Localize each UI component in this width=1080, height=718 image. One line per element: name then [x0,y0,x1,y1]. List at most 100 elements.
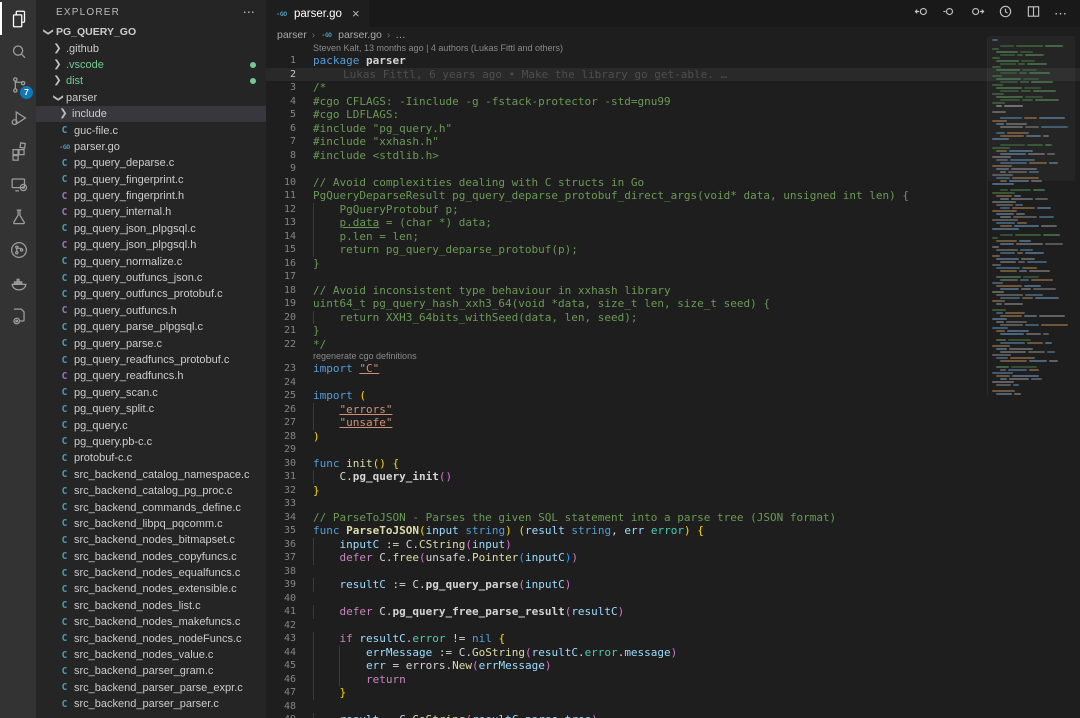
breadcrumb-item[interactable]: parser [277,29,307,41]
tree-item-file[interactable]: Cpg_query.c [36,417,266,433]
remote-explorer-icon[interactable] [0,167,36,200]
tree-item-file[interactable]: Csrc_backend_nodes_copyfuncs.c [36,549,266,565]
tree-item-folder[interactable]: ❯include [36,106,266,122]
tree-item-file[interactable]: Csrc_backend_libpq_pqcomm.c [36,516,266,532]
code-line[interactable]: 17 [266,270,1080,284]
code-line[interactable]: 3/* [266,81,1080,95]
current-change-icon[interactable] [942,4,957,24]
tree-item-file[interactable]: Cpg_query_deparse.c [36,155,266,171]
test-beaker-icon[interactable] [0,200,36,233]
tree-item-file[interactable]: Cpg_query_fingerprint.c [36,172,266,188]
code-line[interactable]: 39 resultC := C.pg_query_parse(inputC) [266,578,1080,592]
tab-parser-go[interactable]: -GO parser.go × [266,0,369,27]
code-line[interactable]: 37 defer C.free(unsafe.Pointer(inputC)) [266,551,1080,565]
code-line[interactable]: 20 return XXH3_64bits_withSeed(data, len… [266,311,1080,325]
tree-item-file[interactable]: Csrc_backend_nodes_makefuncs.c [36,614,266,630]
next-change-icon[interactable] [970,4,985,24]
code-line[interactable]: 46 return [266,673,1080,687]
code-line[interactable]: 8#include <stdlib.h> [266,149,1080,163]
code-line[interactable]: 16} [266,257,1080,271]
tree-item-file[interactable]: Csrc_backend_nodes_equalfuncs.c [36,565,266,581]
code-line[interactable]: 10// Avoid complexities dealing with C s… [266,176,1080,190]
code-line[interactable]: 19uint64_t pg_query_hash_xxh3_64(void *d… [266,297,1080,311]
tree-item-file[interactable]: Csrc_backend_nodes_bitmapset.c [36,532,266,548]
tree-item-folder[interactable]: ❯parser [36,90,266,106]
code-line[interactable]: 18// Avoid inconsistent type behaviour i… [266,284,1080,298]
file-settings-icon[interactable] [0,299,36,332]
tree-item-file[interactable]: Cpg_query_json_plpgsql.h [36,237,266,253]
code-line[interactable]: 2Lukas Fittl, 6 years ago • Make the lib… [266,68,1080,82]
tree-item-file[interactable]: Cpg_query_outfuncs_protobuf.c [36,286,266,302]
tree-item-file[interactable]: Cpg_query_json_plpgsql.c [36,221,266,237]
tab-close-icon[interactable]: × [352,6,360,21]
code-line[interactable]: 38 [266,565,1080,579]
code-line[interactable]: 7#include "xxhash.h" [266,135,1080,149]
code-editor[interactable]: Steven Kalt, 13 months ago | 4 authors (… [266,43,1080,718]
tree-item-file[interactable]: Cpg_query_outfuncs.h [36,303,266,319]
tree-item-file[interactable]: Cpg_query.pb-c.c [36,434,266,450]
search-icon[interactable] [0,35,36,68]
code-line[interactable]: 25import ( [266,389,1080,403]
tree-item-file[interactable]: Csrc_backend_parser_gram.c [36,663,266,679]
tree-item-file[interactable]: Csrc_backend_nodes_value.c [36,647,266,663]
tree-item-file[interactable]: Csrc_backend_nodes_extensible.c [36,581,266,597]
code-line[interactable]: 47 } [266,686,1080,700]
run-debug-icon[interactable] [0,101,36,134]
source-control-icon[interactable]: 7 [0,68,36,101]
tree-item-file[interactable]: Csrc_backend_catalog_namespace.c [36,467,266,483]
code-line[interactable]: 15 return pg_query_deparse_protobuf(p); [266,243,1080,257]
code-line[interactable]: 41 defer C.pg_query_free_parse_result(re… [266,605,1080,619]
code-line[interactable]: 1package parser [266,54,1080,68]
code-line[interactable]: 9 [266,162,1080,176]
code-line[interactable]: 5#cgo LDFLAGS: [266,108,1080,122]
codelens-action[interactable]: regenerate cgo definitions [266,351,1080,362]
tree-item-file[interactable]: Csrc_backend_nodes_list.c [36,598,266,614]
code-line[interactable]: 44 errMessage := C.GoString(resultC.erro… [266,646,1080,660]
code-line[interactable]: 14 p.len = len; [266,230,1080,244]
tree-item-file[interactable]: Cpg_query_readfuncs.h [36,368,266,384]
code-line[interactable]: 28) [266,430,1080,444]
tree-item-folder[interactable]: ❯dist [36,73,266,89]
tree-item-file[interactable]: Cprotobuf-c.c [36,450,266,466]
docker-icon[interactable] [0,266,36,299]
code-line[interactable]: 43 if resultC.error != nil { [266,632,1080,646]
code-line[interactable]: 29 [266,443,1080,457]
tree-item-file[interactable]: Cpg_query_scan.c [36,385,266,401]
code-line[interactable]: 22*/ [266,338,1080,352]
split-editor-icon[interactable] [1026,4,1041,24]
more-actions-icon[interactable]: ⋯ [1054,6,1068,22]
code-line[interactable]: 48 [266,700,1080,714]
code-line[interactable]: 23import "C" [266,362,1080,376]
minimap[interactable] [987,38,1075,395]
code-line[interactable]: 34// ParseToJSON - Parses the given SQL … [266,511,1080,525]
file-history-icon[interactable] [998,4,1013,24]
code-line[interactable]: 45 err = errors.New(errMessage) [266,659,1080,673]
gitlens-icon[interactable] [0,233,36,266]
tree-item-file[interactable]: Cpg_query_fingerprint.h [36,188,266,204]
code-line[interactable]: 26 "errors" [266,403,1080,417]
code-line[interactable]: 40 [266,592,1080,606]
code-line[interactable]: 36 inputC := C.CString(input) [266,538,1080,552]
previous-change-icon[interactable] [914,4,929,24]
tree-item-file[interactable]: Cpg_query_readfuncs_protobuf.c [36,352,266,368]
code-line[interactable]: 49 result = C.GoString(resultC.parse_tre… [266,713,1080,718]
code-line[interactable]: 35func ParseToJSON(input string) (result… [266,524,1080,538]
code-line[interactable]: 32} [266,484,1080,498]
code-line[interactable]: 30func init() { [266,457,1080,471]
code-line[interactable]: 6#include "pg_query.h" [266,122,1080,136]
code-line[interactable]: 4#cgo CFLAGS: -Iinclude -g -fstack-prote… [266,95,1080,109]
tree-item-file[interactable]: Cpg_query_normalize.c [36,253,266,269]
tree-item-file[interactable]: Csrc_backend_catalog_pg_proc.c [36,483,266,499]
tree-item-file[interactable]: Cguc-file.c [36,122,266,138]
code-line[interactable]: 27 "unsafe" [266,416,1080,430]
tree-item-file[interactable]: Csrc_backend_commands_define.c [36,499,266,515]
code-line[interactable]: 42 [266,619,1080,633]
tree-item-file[interactable]: Cpg_query_parse_plpgsql.c [36,319,266,335]
tree-item-file[interactable]: Cpg_query_parse.c [36,335,266,351]
tree-item-file[interactable]: Cpg_query_split.c [36,401,266,417]
tree-item-file[interactable]: Csrc_backend_nodes_nodeFuncs.c [36,630,266,646]
tree-item-file[interactable]: Csrc_backend_parser_parser.c [36,696,266,712]
code-line[interactable]: 11PgQueryDeparseResult pg_query_deparse_… [266,189,1080,203]
tree-item-file[interactable]: -GOparser.go [36,139,266,155]
extensions-icon[interactable] [0,134,36,167]
